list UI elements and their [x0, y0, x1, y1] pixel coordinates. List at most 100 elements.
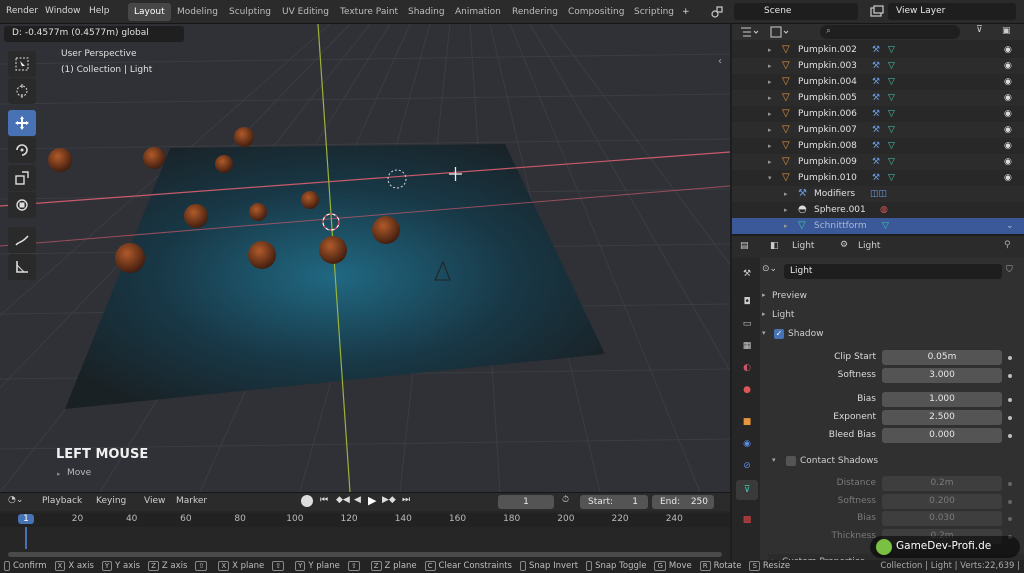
fake-user-shield-icon[interactable]: ⛉: [1006, 265, 1013, 275]
shadow-checkbox[interactable]: ✓: [774, 329, 784, 339]
menu-marker[interactable]: Marker: [176, 496, 207, 506]
timeline-editor-icon[interactable]: ◔⌄: [8, 495, 23, 505]
outliner-row[interactable]: ▸ ▽ Pumpkin.005 ⚒ ▽ ◉: [732, 90, 1024, 106]
panel-preview[interactable]: ▸ Preview: [762, 288, 1024, 305]
tab-uv-editing[interactable]: UV Editing: [276, 3, 335, 21]
jump-end-button[interactable]: ⏭: [402, 495, 410, 505]
properties-editor-icon[interactable]: ▤: [740, 241, 749, 251]
view-layer-icon[interactable]: [870, 5, 884, 19]
value-field[interactable]: 0.000: [882, 428, 1002, 443]
mesh-data-icon[interactable]: ▽: [888, 106, 895, 122]
datablock-name-field[interactable]: Light: [784, 264, 1002, 279]
tab-output[interactable]: ▭: [736, 314, 758, 334]
outliner-row[interactable]: ▸ ▽ Schnittform ▽ ⌄: [732, 218, 1024, 234]
disclosure-icon[interactable]: ▸: [768, 90, 772, 106]
outliner-row[interactable]: ▸ ◓ Sphere.001 ◍: [732, 202, 1024, 218]
mesh-data-icon[interactable]: ▽: [888, 58, 895, 74]
playhead[interactable]: [25, 527, 27, 549]
outliner-row[interactable]: ▸ ▽ Pumpkin.004 ⚒ ▽ ◉: [732, 74, 1024, 90]
keyframe-dot-icon[interactable]: [1008, 416, 1012, 420]
keyframe-dot-icon[interactable]: [1008, 482, 1012, 486]
play-reverse-button[interactable]: ◀: [354, 495, 361, 505]
add-workspace-button[interactable]: +: [676, 3, 696, 21]
keyframe-dot-icon[interactable]: [1008, 356, 1012, 360]
3d-viewport[interactable]: D: -0.4577m (0.4577m) global User Perspe…: [0, 24, 730, 492]
menu-window[interactable]: Window: [45, 0, 81, 22]
prev-keyframe-button[interactable]: ◆◀: [336, 495, 350, 505]
timeline-scrollbar[interactable]: [8, 552, 722, 557]
menu-render[interactable]: Render: [6, 0, 38, 22]
tab-render[interactable]: ◘: [736, 292, 758, 312]
value-field[interactable]: 0.030: [882, 511, 1002, 526]
cursor-tool-button[interactable]: [8, 78, 36, 104]
mesh-data-icon[interactable]: ▽: [888, 154, 895, 170]
visibility-eye-icon[interactable]: ◉: [1004, 122, 1012, 138]
menu-help[interactable]: Help: [89, 0, 110, 22]
play-button[interactable]: ▶: [368, 494, 376, 507]
contact-shadows-checkbox[interactable]: [786, 456, 796, 466]
outliner-row[interactable]: ▾ ▽ Pumpkin.010 ⚒ ▽ ◉: [732, 170, 1024, 186]
keyframe-dot-icon[interactable]: [1008, 398, 1012, 402]
tab-view-layer[interactable]: ▦: [736, 336, 758, 356]
scale-tool-button[interactable]: [8, 165, 36, 191]
modifier-wrench-icon[interactable]: ⚒: [872, 42, 880, 58]
view-layer-selector[interactable]: View Layer: [888, 3, 1016, 20]
disclosure-icon[interactable]: ▸: [768, 58, 772, 74]
datablock-type-icon[interactable]: ⊙⌄: [762, 264, 784, 278]
modifier-wrench-icon[interactable]: ⚒: [872, 122, 880, 138]
end-frame-field[interactable]: End: 250: [652, 495, 714, 509]
start-frame-field[interactable]: Start: 1: [580, 495, 648, 509]
disclosure-icon[interactable]: ▸: [768, 74, 772, 90]
mesh-data-icon[interactable]: ▽: [888, 74, 895, 90]
visibility-eye-icon[interactable]: ◉: [1004, 74, 1012, 90]
scene-selector[interactable]: Scene: [734, 3, 858, 20]
tab-scripting[interactable]: Scripting: [628, 3, 680, 21]
tab-world[interactable]: ●: [736, 380, 758, 400]
tab-texture[interactable]: ▩: [736, 510, 758, 530]
record-button[interactable]: [301, 495, 313, 507]
modifier-wrench-icon[interactable]: ⚒: [872, 106, 880, 122]
tab-tool[interactable]: ⚒: [736, 264, 758, 284]
disclosure-icon[interactable]: ▾: [768, 170, 772, 186]
visibility-eye-icon[interactable]: ◉: [1004, 90, 1012, 106]
tab-shading[interactable]: Shading: [402, 3, 451, 21]
measure-tool-button[interactable]: [8, 254, 36, 280]
next-keyframe-button[interactable]: ▶◆: [382, 495, 396, 505]
outliner-row[interactable]: ▸ ▽ Pumpkin.009 ⚒ ▽ ◉: [732, 154, 1024, 170]
visibility-eye-icon[interactable]: ◉: [1004, 138, 1012, 154]
stopwatch-icon[interactable]: ⏱: [562, 495, 569, 505]
menu-keying[interactable]: Keying: [96, 496, 126, 506]
mesh-data-icon[interactable]: ▽: [888, 138, 895, 154]
current-frame-field[interactable]: 1: [498, 495, 554, 509]
tab-object-data[interactable]: ⊽: [736, 480, 758, 500]
disclosure-icon[interactable]: ▸: [784, 186, 788, 202]
modifier-wrench-icon[interactable]: ⚒: [872, 138, 880, 154]
tab-object[interactable]: ■: [736, 412, 758, 432]
value-field[interactable]: 0.2m: [882, 476, 1002, 491]
visibility-eye-icon[interactable]: ◉: [1004, 42, 1012, 58]
new-collection-icon[interactable]: ▣: [1002, 26, 1011, 36]
display-mode-icon[interactable]: [770, 26, 790, 38]
outliner-row[interactable]: ▸ ▽ Pumpkin.007 ⚒ ▽ ◉: [732, 122, 1024, 138]
annotate-tool-button[interactable]: [8, 227, 36, 253]
collapse-arrow-icon[interactable]: ‹: [718, 56, 722, 67]
value-field[interactable]: 2.500: [882, 410, 1002, 425]
scroll-down-icon[interactable]: ⌄: [1006, 218, 1014, 234]
visibility-eye-icon[interactable]: ◉: [1004, 170, 1012, 186]
visibility-eye-icon[interactable]: ◉: [1004, 106, 1012, 122]
disclosure-icon[interactable]: ▸: [784, 202, 788, 218]
tab-modeling[interactable]: Modeling: [171, 3, 224, 21]
modifier-wrench-icon[interactable]: ⚒: [872, 58, 880, 74]
menu-view[interactable]: View: [144, 496, 165, 506]
jump-start-button[interactable]: ⏮: [320, 495, 328, 505]
tab-physics[interactable]: ◉: [736, 434, 758, 454]
tab-layout[interactable]: Layout: [128, 3, 171, 21]
keyframe-dot-icon[interactable]: [1008, 500, 1012, 504]
modifier-wrench-icon[interactable]: ⚒: [872, 74, 880, 90]
scene-icon[interactable]: [710, 5, 724, 19]
keyframe-dot-icon[interactable]: [1008, 517, 1012, 521]
visibility-eye-icon[interactable]: ◉: [1004, 154, 1012, 170]
value-field[interactable]: 0.200: [882, 494, 1002, 509]
panel-contact-shadows[interactable]: ▾ Contact Shadows: [772, 453, 1024, 470]
tab-constraints[interactable]: ⊘: [736, 456, 758, 476]
